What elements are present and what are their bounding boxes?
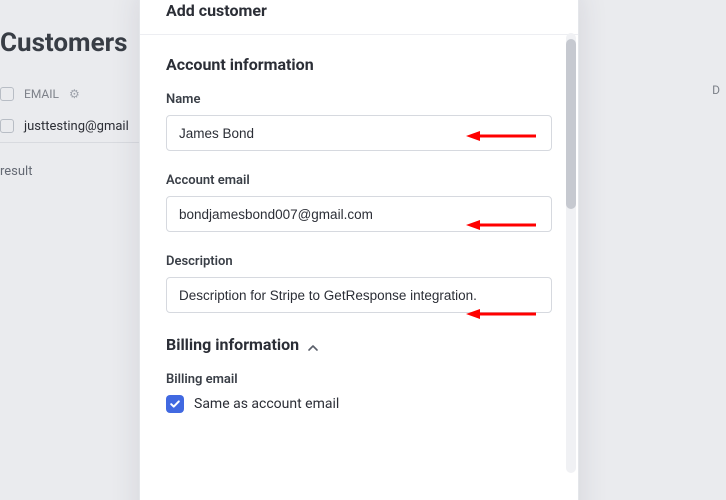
same-as-account-row[interactable]: Same as account email — [166, 395, 552, 413]
description-label: Description — [166, 254, 552, 269]
chevron-up-icon — [307, 339, 319, 351]
account-email-field: Account email — [166, 173, 552, 232]
account-email-label: Account email — [166, 173, 552, 188]
modal-title: Add customer — [140, 0, 578, 34]
name-input[interactable] — [166, 115, 552, 151]
modal-body: Account information Name Account email D… — [140, 33, 578, 500]
billing-email-label: Billing email — [166, 372, 552, 387]
billing-information-label: Billing information — [166, 335, 299, 354]
description-input[interactable] — [166, 277, 552, 313]
account-information-heading: Account information — [166, 55, 552, 74]
same-as-account-label: Same as account email — [194, 396, 339, 412]
name-label: Name — [166, 92, 552, 107]
description-field: Description — [166, 254, 552, 313]
account-email-input[interactable] — [166, 196, 552, 232]
add-customer-modal: Add customer Account information Name Ac… — [139, 0, 579, 500]
billing-email-field: Billing email Same as account email — [166, 372, 552, 413]
name-field: Name — [166, 92, 552, 151]
billing-information-heading[interactable]: Billing information — [166, 335, 552, 354]
checkbox-checked-icon[interactable] — [166, 395, 184, 413]
